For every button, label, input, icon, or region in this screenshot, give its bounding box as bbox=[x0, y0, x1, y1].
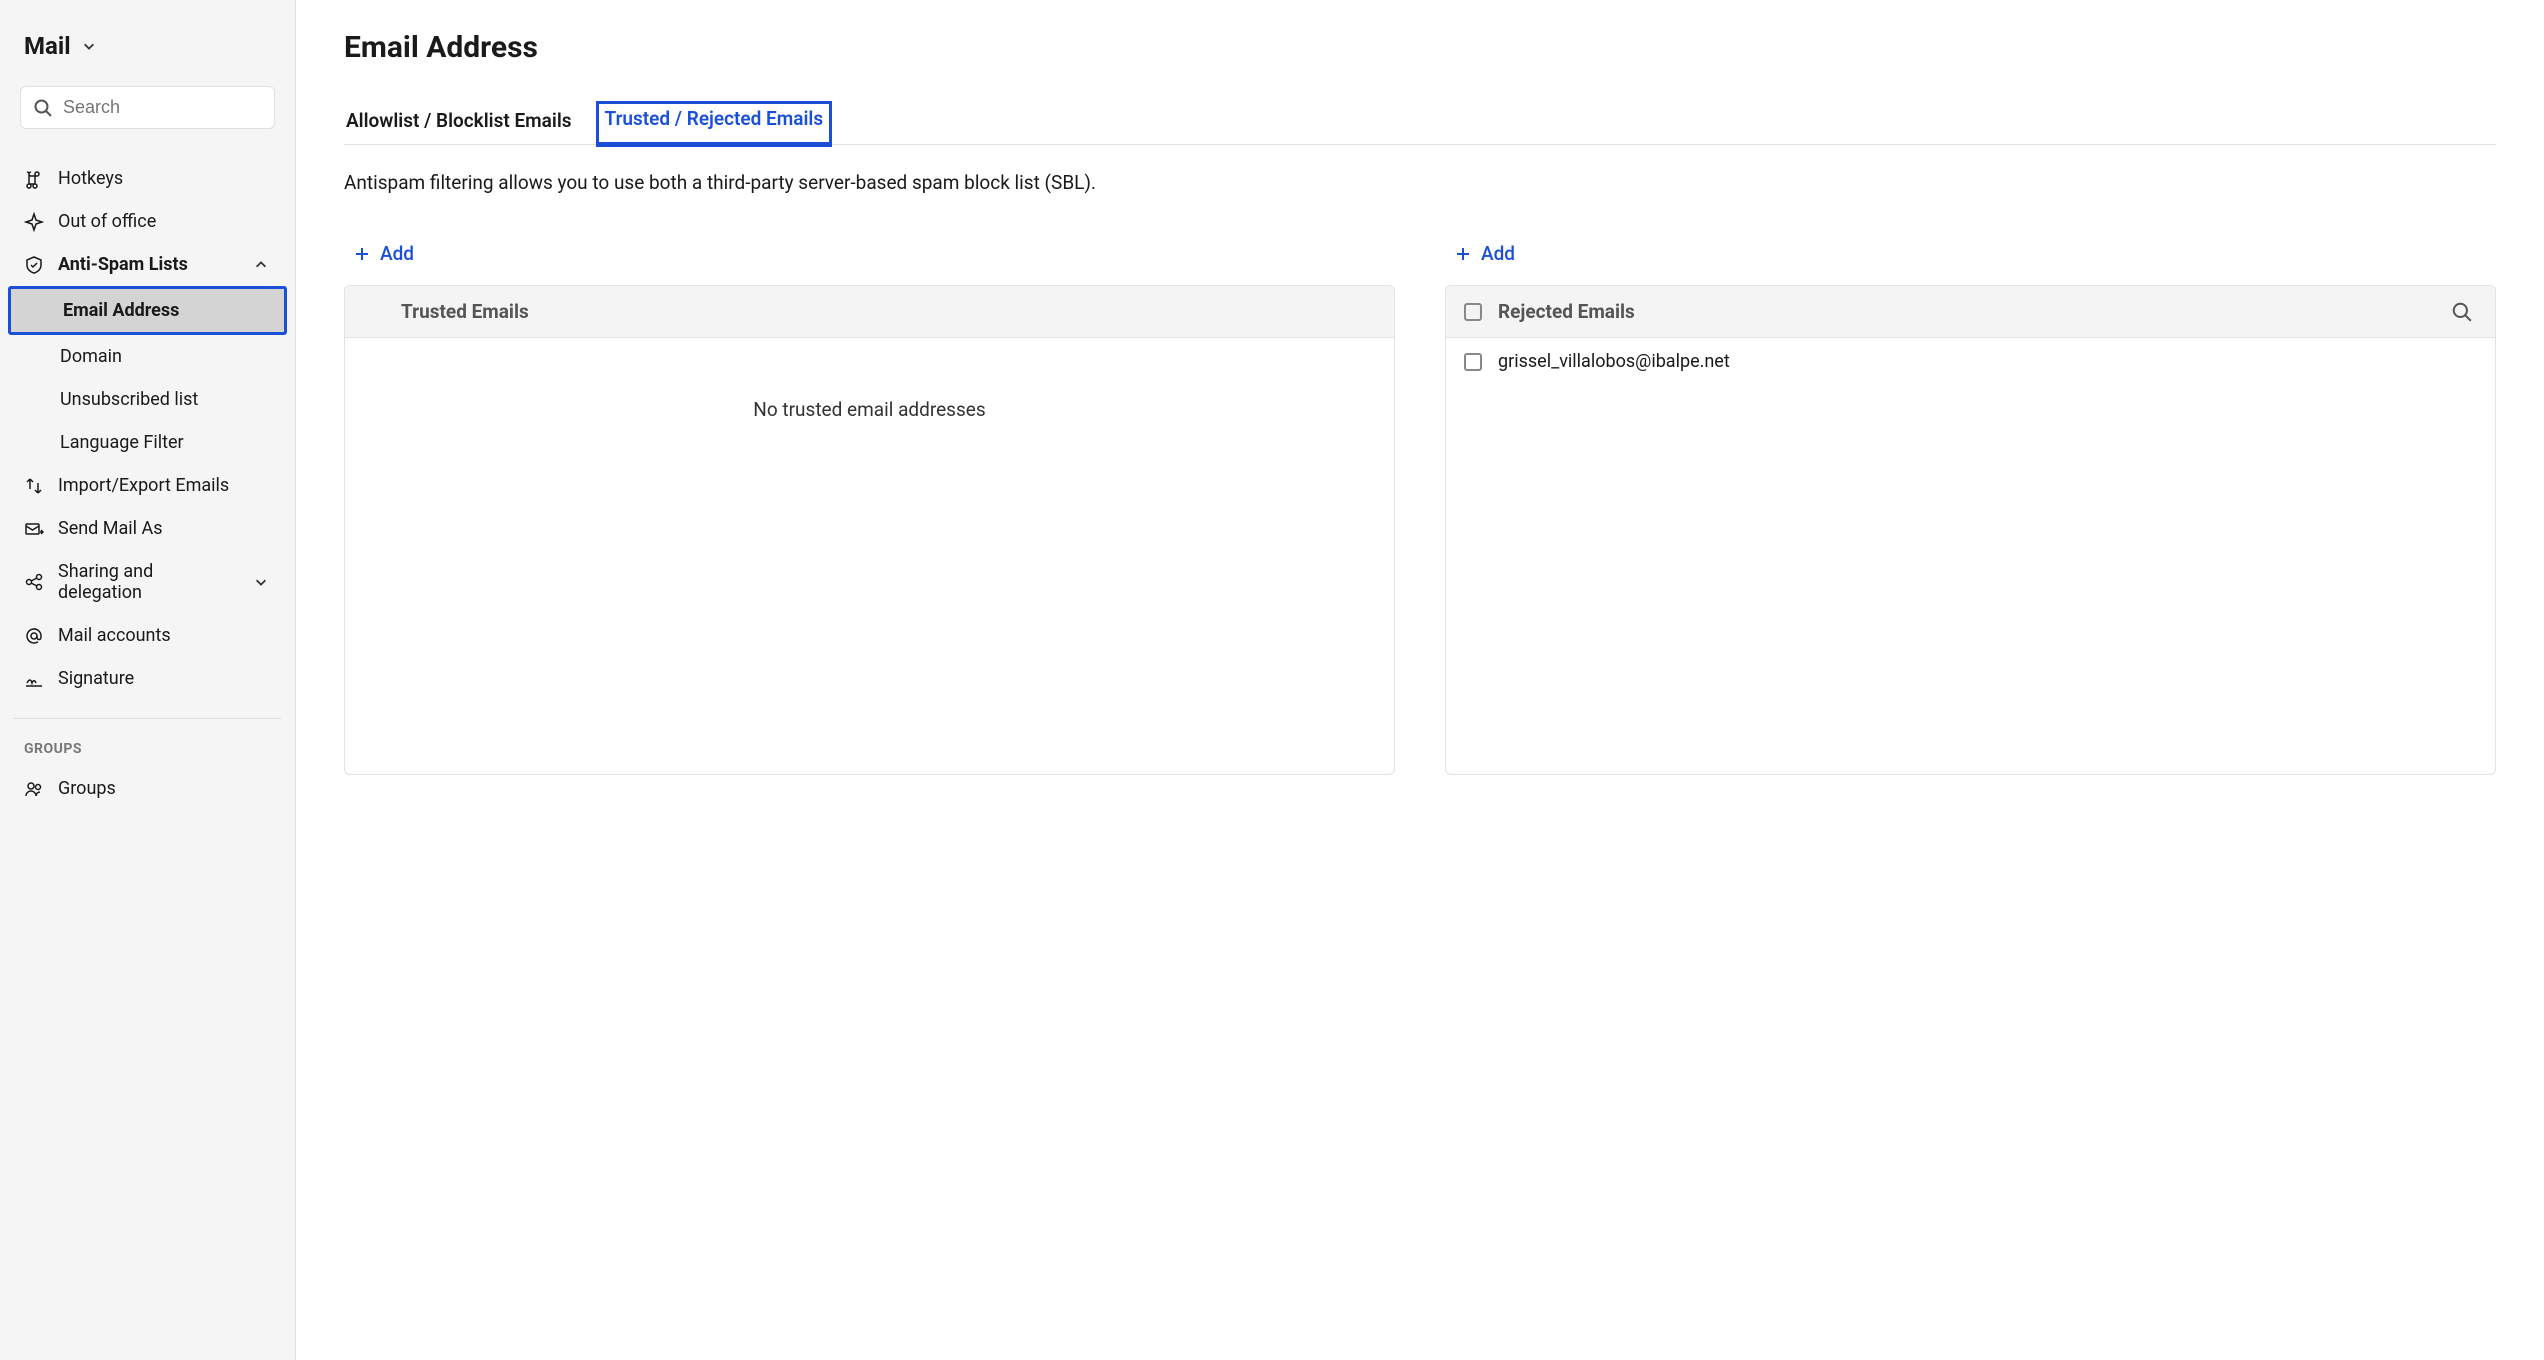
import-export-icon bbox=[24, 476, 44, 496]
nav-label: Sharing and delegation bbox=[58, 561, 237, 603]
people-icon bbox=[24, 779, 44, 799]
nav-label: Email Address bbox=[63, 300, 179, 321]
at-icon bbox=[24, 626, 44, 646]
nav-label: Unsubscribed list bbox=[60, 389, 198, 410]
sidebar-item-hotkeys[interactable]: Hotkeys bbox=[14, 157, 281, 200]
sidebar-item-out-of-office[interactable]: Out of office bbox=[14, 200, 281, 243]
tab-allowlist-blocklist[interactable]: Allowlist / Blocklist Emails bbox=[344, 101, 574, 144]
trusted-list-box: Trusted Emails No trusted email addresse… bbox=[344, 285, 1395, 775]
tab-label: Trusted / Rejected Emails bbox=[605, 107, 824, 130]
sidebar-sub-item-domain[interactable]: Domain bbox=[14, 335, 281, 378]
rejected-list-box: Rejected Emails grissel_villalobos@ibalp… bbox=[1445, 285, 2496, 775]
description-text: Antispam filtering allows you to use bot… bbox=[344, 171, 2496, 194]
tab-trusted-rejected[interactable]: Trusted / Rejected Emails bbox=[596, 101, 833, 147]
trusted-empty-state: No trusted email addresses bbox=[345, 338, 1394, 481]
plus-icon bbox=[1453, 244, 1473, 264]
command-icon bbox=[24, 169, 44, 189]
sidebar-item-anti-spam[interactable]: Anti-Spam Lists bbox=[14, 243, 281, 286]
sidebar-item-send-mail-as[interactable]: Send Mail As bbox=[14, 507, 281, 550]
nav-label: Groups bbox=[58, 778, 116, 799]
nav-label: Signature bbox=[58, 668, 134, 689]
panels: Add Trusted Emails No trusted email addr… bbox=[344, 234, 2496, 775]
rejected-list-row[interactable]: grissel_villalobos@ibalpe.net bbox=[1446, 338, 2495, 385]
airplane-icon bbox=[24, 212, 44, 232]
sidebar-item-mail-accounts[interactable]: Mail accounts bbox=[14, 614, 281, 657]
rejected-panel-header: Rejected Emails bbox=[1446, 286, 2495, 338]
add-label: Add bbox=[380, 242, 414, 265]
select-all-checkbox[interactable] bbox=[1464, 303, 1482, 321]
tabs: Allowlist / Blocklist Emails Trusted / R… bbox=[344, 101, 2496, 145]
sidebar-item-groups[interactable]: Groups bbox=[14, 767, 281, 810]
panel-title: Rejected Emails bbox=[1498, 300, 2435, 323]
chevron-up-icon bbox=[251, 255, 271, 275]
chevron-down-icon bbox=[251, 572, 271, 592]
page-title: Email Address bbox=[344, 30, 2496, 65]
sidebar-item-import-export[interactable]: Import/Export Emails bbox=[14, 464, 281, 507]
row-checkbox[interactable] bbox=[1464, 353, 1482, 371]
main-content: Email Address Allowlist / Blocklist Emai… bbox=[296, 0, 2544, 1360]
nav-label: Import/Export Emails bbox=[58, 475, 229, 496]
sidebar-header-dropdown[interactable]: Mail bbox=[14, 24, 281, 68]
rejected-panel: Add Rejected Emails grissel_villalobos@i… bbox=[1445, 234, 2496, 775]
nav-label: Send Mail As bbox=[58, 518, 163, 539]
shield-icon bbox=[24, 255, 44, 275]
chevron-down-icon bbox=[79, 36, 99, 56]
add-rejected-button[interactable]: Add bbox=[1445, 234, 1523, 273]
section-heading-groups: GROUPS bbox=[14, 731, 281, 767]
sidebar: Mail Hotkeys Out of office Anti-S bbox=[0, 0, 296, 1360]
nav-label: Out of office bbox=[58, 211, 156, 232]
email-value: grissel_villalobos@ibalpe.net bbox=[1498, 351, 1730, 372]
sidebar-item-sharing[interactable]: Sharing and delegation bbox=[14, 550, 281, 614]
nav-label: Anti-Spam Lists bbox=[58, 254, 188, 275]
sidebar-sub-item-unsubscribed[interactable]: Unsubscribed list bbox=[14, 378, 281, 421]
section-divider bbox=[14, 718, 281, 719]
share-icon bbox=[24, 572, 44, 592]
sidebar-sub-item-language-filter[interactable]: Language Filter bbox=[14, 421, 281, 464]
sidebar-item-signature[interactable]: Signature bbox=[14, 657, 281, 700]
search-box[interactable] bbox=[20, 86, 275, 129]
send-as-icon bbox=[24, 519, 44, 539]
plus-icon bbox=[352, 244, 372, 264]
search-rejected-icon[interactable] bbox=[2451, 301, 2473, 323]
signature-icon bbox=[24, 669, 44, 689]
nav-label: Mail accounts bbox=[58, 625, 171, 646]
nav-label: Language Filter bbox=[60, 432, 184, 453]
nav-list: Hotkeys Out of office Anti-Spam Lists Em… bbox=[14, 157, 281, 700]
add-trusted-button[interactable]: Add bbox=[344, 234, 422, 273]
sidebar-sub-item-email-address[interactable]: Email Address bbox=[8, 286, 287, 335]
search-input[interactable] bbox=[63, 97, 262, 118]
nav-label: Hotkeys bbox=[58, 168, 123, 189]
tab-label: Allowlist / Blocklist Emails bbox=[346, 109, 572, 132]
panel-title: Trusted Emails bbox=[401, 300, 1372, 323]
nav-label: Domain bbox=[60, 346, 122, 367]
sidebar-title: Mail bbox=[24, 32, 71, 60]
add-label: Add bbox=[1481, 242, 1515, 265]
trusted-panel-header: Trusted Emails bbox=[345, 286, 1394, 338]
trusted-panel: Add Trusted Emails No trusted email addr… bbox=[344, 234, 1395, 775]
search-icon bbox=[33, 98, 53, 118]
